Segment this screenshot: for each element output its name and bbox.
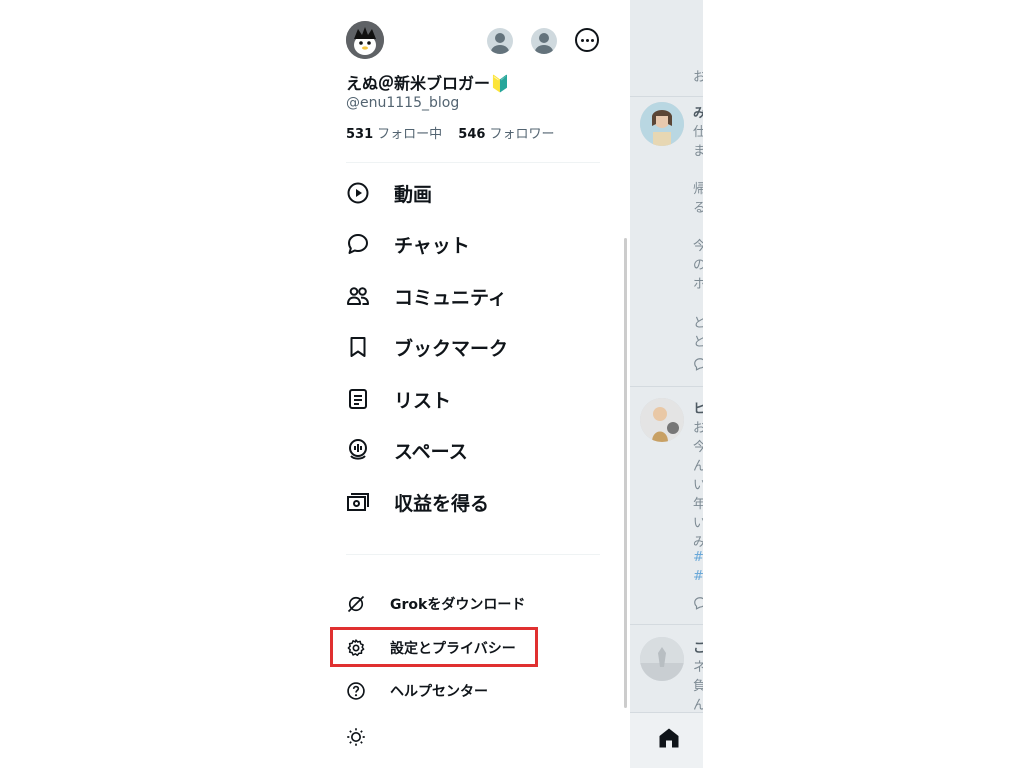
timeline-text: と — [693, 335, 703, 350]
following-label: フォロー中 — [377, 127, 443, 142]
timeline-text: と — [693, 316, 703, 331]
list-icon — [349, 389, 367, 409]
dot-icon — [590, 38, 594, 42]
tweet-avatar — [640, 637, 684, 681]
nav-item-label: コミュニティ — [394, 286, 507, 309]
people-icon — [347, 287, 369, 305]
timeline-text: い — [693, 516, 703, 531]
following-link[interactable]: 531 フォロー中 — [346, 127, 442, 142]
nav-item-label: スペース — [394, 440, 468, 463]
hashtag-link: # — [693, 569, 703, 584]
divider — [630, 624, 703, 625]
timeline-text: る — [693, 201, 703, 216]
timeline-text: 仕 — [693, 125, 703, 140]
timeline-text: い — [693, 478, 703, 493]
tweet-author: こ — [693, 641, 703, 656]
nav-item-communities[interactable]: コミュニティ — [346, 276, 507, 316]
follow-stats: 531 フォロー中 546 フォロワー — [346, 123, 554, 142]
timeline-text: お — [693, 421, 703, 436]
tweet-avatar — [640, 102, 684, 146]
timeline-text: ホ — [693, 277, 703, 292]
bottom-tab-bar — [630, 712, 703, 768]
nav-item-spaces[interactable]: スペース — [346, 430, 468, 470]
hashtag-link: # — [693, 550, 703, 565]
timeline-text: ん — [693, 459, 703, 474]
timeline-text: ま — [693, 144, 703, 159]
timeline-text: 年 — [693, 497, 703, 512]
divider — [346, 554, 600, 555]
dot-icon — [585, 38, 589, 42]
tweet-avatar — [640, 398, 684, 442]
timeline-backdrop: お み 仕 ま 帰 る 今 の ホ と と ヒ お 今 ん い 年 い み # … — [630, 0, 703, 768]
timeline-text: 帰 — [693, 182, 703, 197]
divider — [630, 96, 703, 97]
nav-item-bookmarks[interactable]: ブックマーク — [346, 327, 508, 367]
spaces-mic-icon — [349, 439, 367, 460]
tweet-author: み — [693, 106, 703, 121]
play-circle-icon — [347, 182, 369, 204]
nav-item-label: 収益を得る — [394, 492, 490, 515]
help-icon — [347, 682, 365, 700]
bookmark-icon — [350, 337, 366, 357]
reply-icon — [694, 597, 703, 610]
nav-item-label: リスト — [394, 389, 452, 412]
nav-item-label: 動画 — [394, 183, 433, 206]
timeline-text: お — [693, 70, 703, 85]
nav-item-label: チャット — [394, 234, 470, 257]
reply-icon — [694, 358, 703, 371]
followers-link[interactable]: 546 フォロワー — [458, 127, 554, 142]
nav-item-video[interactable]: 動画 — [346, 173, 432, 213]
help-center-item[interactable]: ヘルプセンター — [346, 676, 488, 706]
tweet-author: ヒ — [693, 402, 703, 417]
home-icon[interactable] — [657, 726, 681, 750]
divider — [346, 162, 600, 163]
timeline-text: 負 — [693, 679, 703, 694]
timeline-text: 今 — [693, 440, 703, 455]
nav-item-monetization[interactable]: 収益を得る — [346, 482, 489, 522]
more-options-button[interactable] — [575, 28, 599, 52]
display-theme-button[interactable] — [346, 722, 366, 752]
chat-bubble-icon — [348, 234, 368, 254]
user-handle: @enu1115_blog — [346, 95, 460, 111]
highlight-box — [330, 627, 538, 667]
grok-icon — [347, 595, 365, 613]
divider — [630, 386, 703, 387]
timeline-text: 今 — [693, 239, 703, 254]
timeline-text: ん — [693, 698, 703, 713]
sun-icon — [347, 728, 365, 746]
following-count: 531 — [346, 127, 374, 142]
timeline-text: の — [693, 258, 703, 273]
account-switch-avatar[interactable] — [531, 28, 557, 54]
nav-item-chat[interactable]: チャット — [346, 224, 470, 264]
money-icon — [347, 493, 369, 511]
dot-icon — [580, 38, 584, 42]
followers-count: 546 — [458, 127, 486, 142]
help-center-label: ヘルプセンター — [390, 684, 488, 700]
nav-item-lists[interactable]: リスト — [346, 379, 451, 419]
account-switch-avatar[interactable] — [487, 28, 513, 54]
timeline-text: ネ — [693, 660, 703, 675]
display-name[interactable]: えぬ＠新米ブロガー🔰 — [346, 70, 510, 94]
nav-item-label: ブックマーク — [394, 337, 509, 360]
grok-download-label: Grokをダウンロード — [390, 597, 526, 613]
followers-label: フォロワー — [489, 127, 555, 142]
timeline-text: み — [693, 535, 703, 550]
grok-download-item[interactable]: Grokをダウンロード — [346, 589, 525, 619]
drawer-scrollbar[interactable] — [624, 238, 627, 708]
profile-avatar[interactable] — [346, 21, 384, 59]
